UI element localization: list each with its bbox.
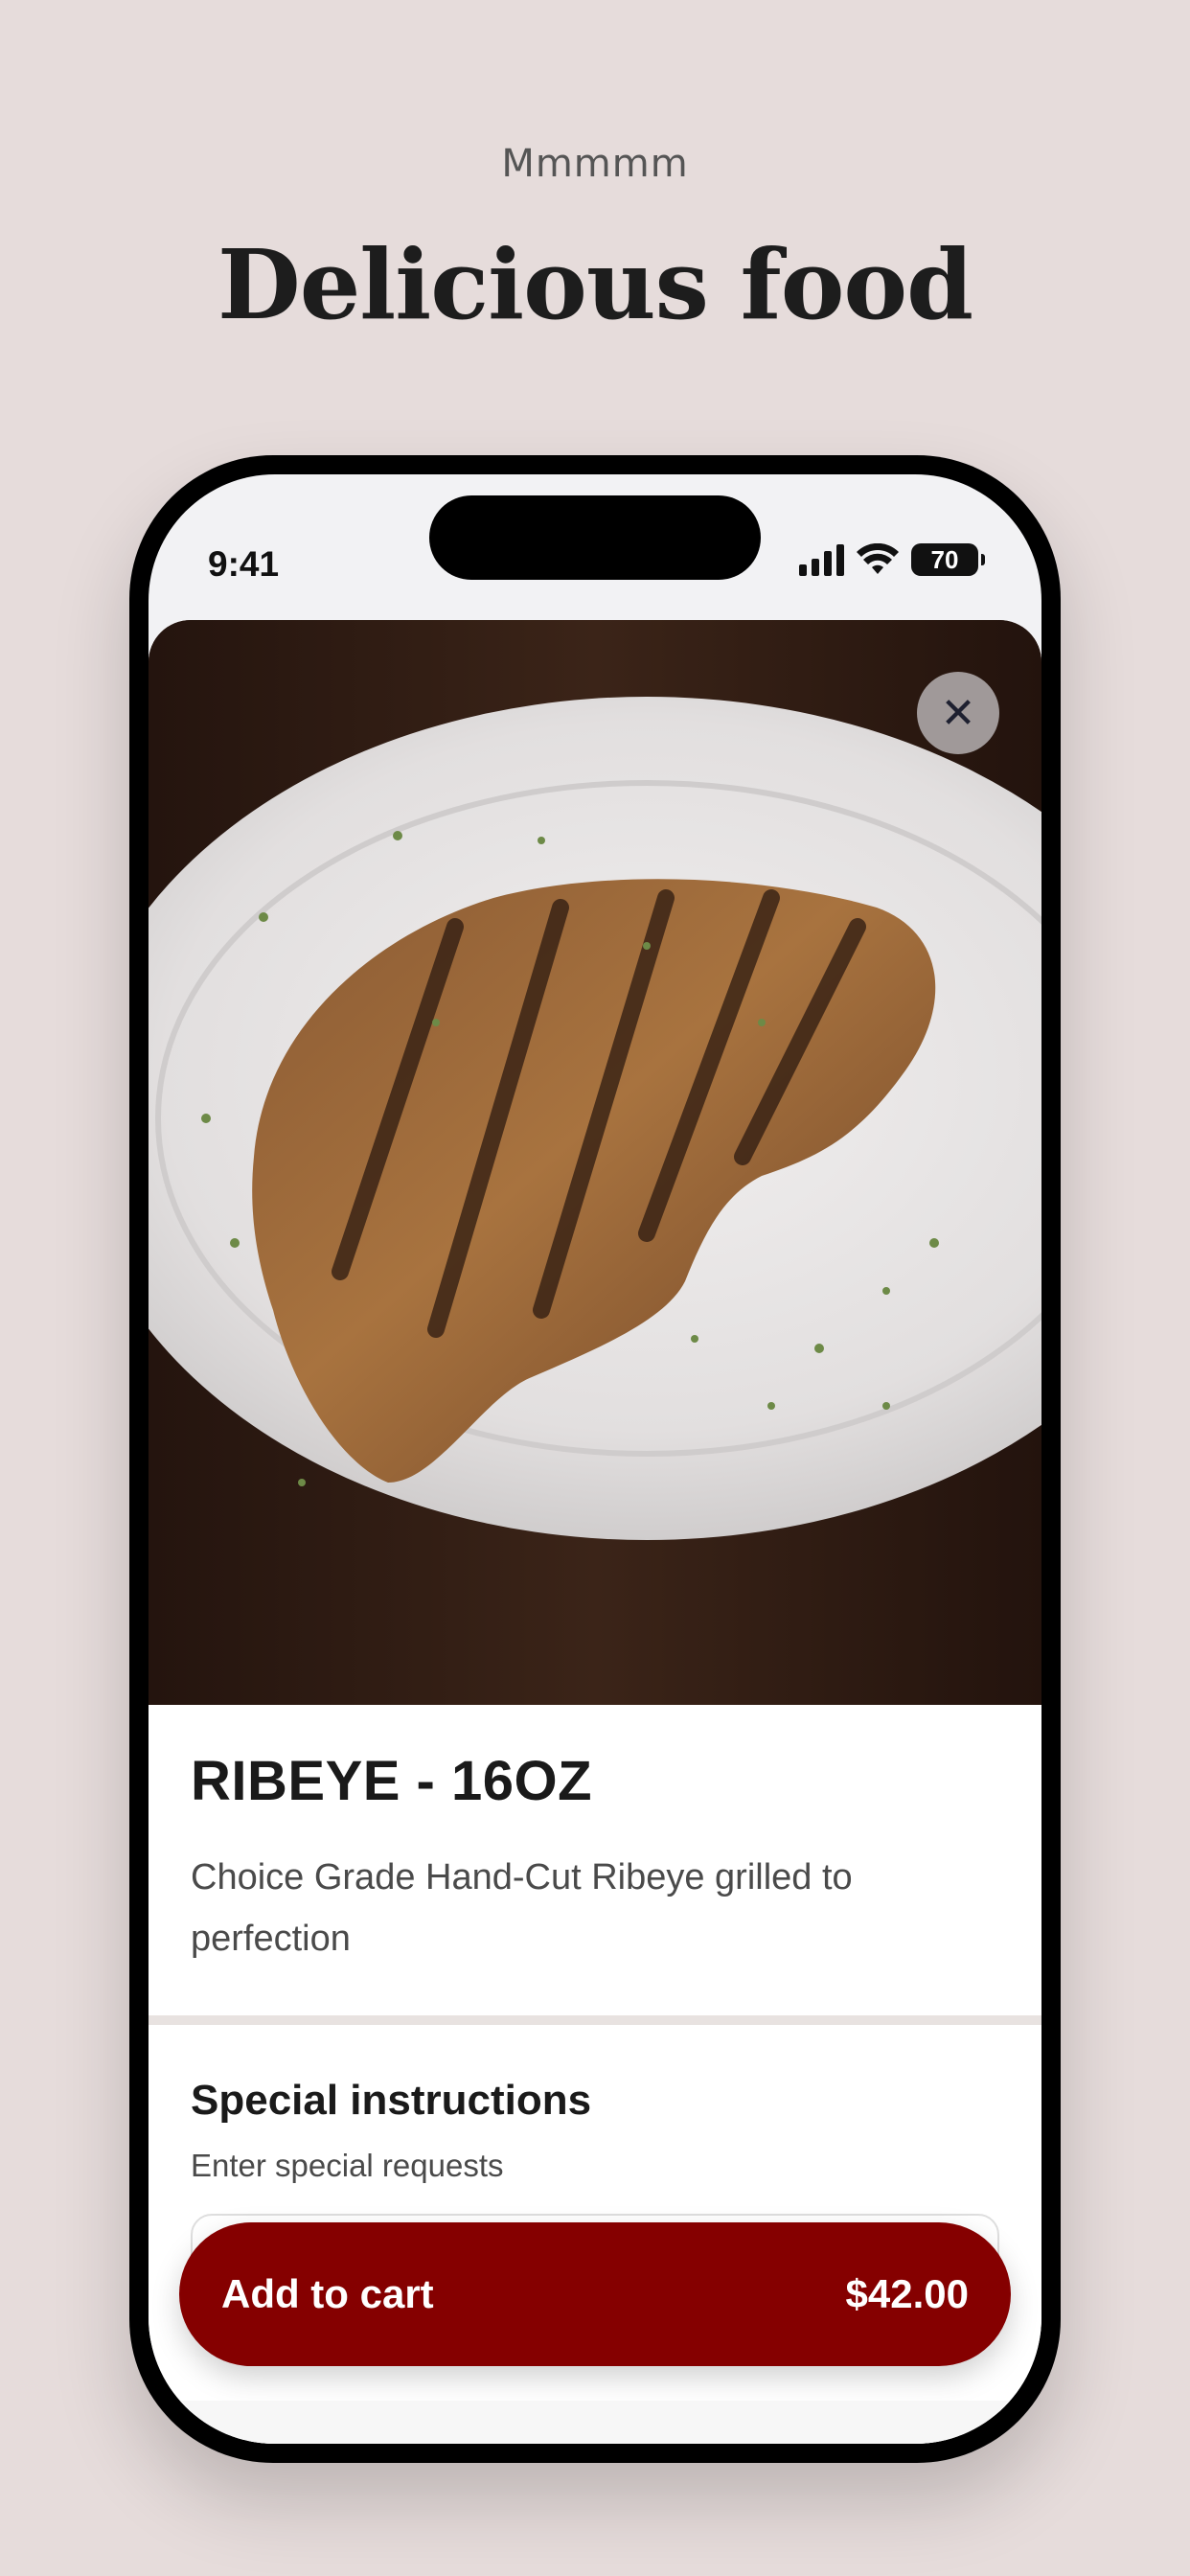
add-to-cart-label: Add to cart bbox=[221, 2271, 434, 2316]
signal-icon bbox=[799, 543, 844, 576]
dynamic-island bbox=[429, 495, 761, 580]
bottom-safe-area bbox=[149, 2401, 1041, 2444]
close-icon: ✕ bbox=[940, 689, 976, 737]
status-icons: 70 bbox=[799, 543, 985, 576]
add-to-cart-button[interactable]: Add to cart $42.00 bbox=[179, 2222, 1011, 2366]
battery-icon: 70 bbox=[911, 543, 985, 576]
section-divider bbox=[149, 2015, 1041, 2025]
close-button[interactable]: ✕ bbox=[917, 672, 999, 754]
item-description: Choice Grade Hand-Cut Ribeye grilled to … bbox=[191, 1857, 853, 1959]
special-instructions-title: Special instructions bbox=[191, 2077, 592, 2124]
status-time: 9:41 bbox=[208, 544, 280, 584]
steak-image bbox=[149, 620, 1041, 1705]
item-sheet: ✕ RIBEYE - 16OZ Choice Grade Hand-Cut Ri… bbox=[149, 620, 1041, 2444]
wifi-icon bbox=[857, 543, 899, 574]
page-headline: Delicious food bbox=[217, 228, 973, 341]
item-title: RIBEYE - 16OZ bbox=[191, 1750, 593, 1812]
phone-frame: 9:41 70 ✕ RIBEYE - 16OZ Choice Grade Han… bbox=[129, 455, 1061, 2463]
page-kicker: Mmmmm bbox=[501, 142, 689, 186]
item-photo: ✕ bbox=[149, 620, 1041, 1705]
special-instructions-subtitle: Enter special requests bbox=[191, 2148, 504, 2183]
phone-screen: 9:41 70 ✕ RIBEYE - 16OZ Choice Grade Han… bbox=[149, 474, 1041, 2444]
add-to-cart-price: $42.00 bbox=[845, 2271, 969, 2316]
